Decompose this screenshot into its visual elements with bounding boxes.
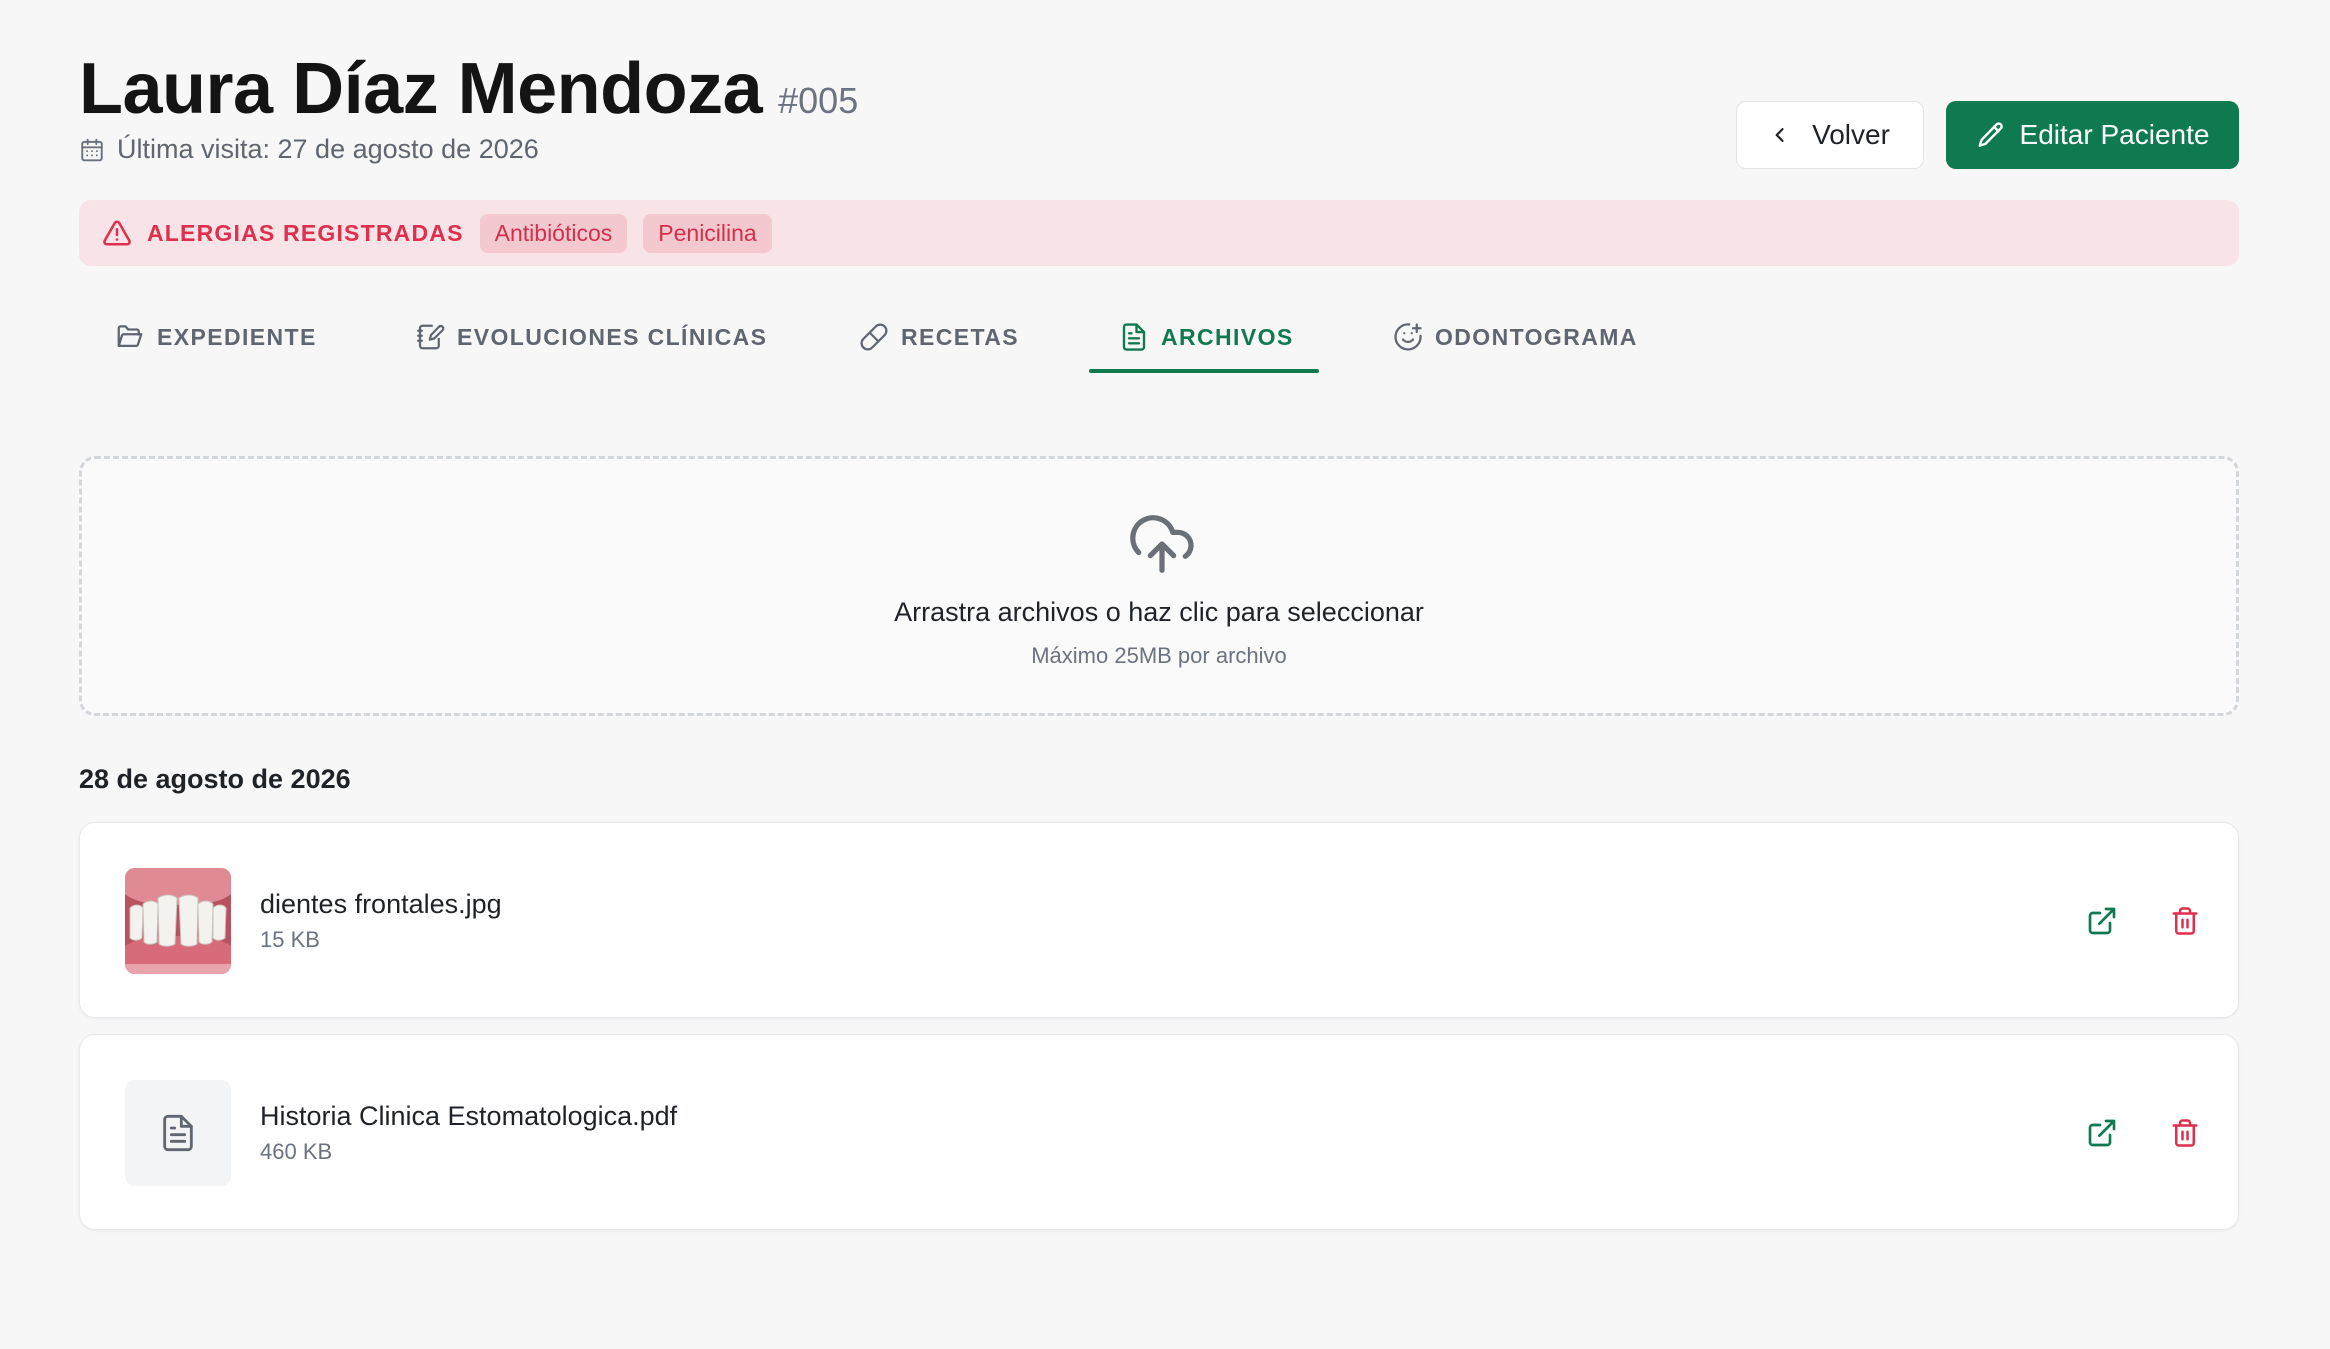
calendar-icon xyxy=(81,138,103,161)
document-thumbnail[interactable] xyxy=(125,1080,231,1186)
alert-triangle-icon xyxy=(103,220,131,246)
folder-open-icon xyxy=(117,325,143,347)
tab-label: ARCHIVOS xyxy=(1161,323,1294,350)
tab-label: EVOLUCIONES CLÍNICAS xyxy=(457,323,768,350)
patient-tabs: EXPEDIENTE EVOLUCIONES CLÍNICAS RECETAS … xyxy=(79,300,2239,374)
tab-archivos[interactable]: ARCHIVOS xyxy=(1119,300,1294,374)
smile-plus-icon xyxy=(1394,323,1422,351)
allergy-tag: Antibióticos xyxy=(479,213,628,253)
patient-id: #005 xyxy=(778,80,859,121)
teeth-photo xyxy=(125,868,231,974)
file-size: 15 KB xyxy=(260,927,320,952)
open-file-button[interactable] xyxy=(2082,901,2122,941)
external-link-icon xyxy=(2088,907,2116,935)
file-card: dientes frontales.jpg 15 KB xyxy=(79,822,2239,1018)
notebook-pen-icon xyxy=(417,324,445,350)
tab-label: EXPEDIENTE xyxy=(157,323,317,350)
tab-odontograma[interactable]: ODONTOGRAMA xyxy=(1393,300,1638,374)
tab-label: ODONTOGRAMA xyxy=(1435,323,1638,350)
pill-icon xyxy=(860,323,888,351)
trash-icon xyxy=(2172,907,2198,935)
tab-evoluciones-clinicas[interactable]: EVOLUCIONES CLÍNICAS xyxy=(415,300,767,374)
edit-patient-button[interactable]: Editar Paciente xyxy=(1946,101,2239,169)
cloud-upload-icon xyxy=(1130,515,1194,573)
file-size: 460 KB xyxy=(260,1139,333,1164)
image-thumbnail[interactable] xyxy=(125,868,231,974)
allergy-tag: Penicilina xyxy=(643,213,772,253)
external-link-icon xyxy=(2088,1119,2116,1147)
files-date-heading: 28 de agosto de 2026 xyxy=(79,764,351,794)
allergy-title: ALERGIAS REGISTRADAS xyxy=(147,219,464,246)
file-name[interactable]: Historia Clinica Estomatologica.pdf xyxy=(260,1101,677,1132)
file-text-icon xyxy=(1122,323,1146,351)
trash-icon xyxy=(2172,1119,2198,1147)
last-visit: Última visita: 27 de agosto de 2026 xyxy=(79,134,539,165)
patient-header: Laura Díaz Mendoza #005 Última visita: 2… xyxy=(79,0,2239,200)
delete-file-button[interactable] xyxy=(2165,901,2205,941)
pencil-icon xyxy=(1978,122,2003,147)
title-row: Laura Díaz Mendoza #005 xyxy=(79,48,858,130)
tab-label: RECETAS xyxy=(901,323,1019,350)
back-button-label: Volver xyxy=(1812,119,1890,150)
edit-patient-label: Editar Paciente xyxy=(2019,119,2210,150)
file-name[interactable]: dientes frontales.jpg xyxy=(260,889,502,920)
allergy-banner: ALERGIAS REGISTRADAS Antibióticos Penici… xyxy=(79,200,2239,266)
patient-name: Laura Díaz Mendoza xyxy=(79,49,763,129)
chevron-left-icon xyxy=(1775,128,1784,142)
last-visit-text: Última visita: 27 de agosto de 2026 xyxy=(117,134,539,164)
file-dropzone[interactable]: Arrastra archivos o haz clic para selecc… xyxy=(79,456,2239,716)
dropzone-title: Arrastra archivos o haz clic para selecc… xyxy=(894,597,1424,627)
active-tab-indicator xyxy=(1089,369,1319,373)
patient-page: Laura Díaz Mendoza #005 Última visita: 2… xyxy=(79,0,2239,1230)
delete-file-button[interactable] xyxy=(2165,1113,2205,1153)
tab-expediente[interactable]: EXPEDIENTE xyxy=(115,300,317,374)
tab-recetas[interactable]: RECETAS xyxy=(859,300,1019,374)
file-text-icon xyxy=(163,1114,193,1152)
back-button[interactable]: Volver xyxy=(1736,101,1924,169)
dropzone-subtitle: Máximo 25MB por archivo xyxy=(1031,643,1287,668)
file-card: Historia Clinica Estomatologica.pdf 460 … xyxy=(79,1034,2239,1230)
open-file-button[interactable] xyxy=(2082,1113,2122,1153)
